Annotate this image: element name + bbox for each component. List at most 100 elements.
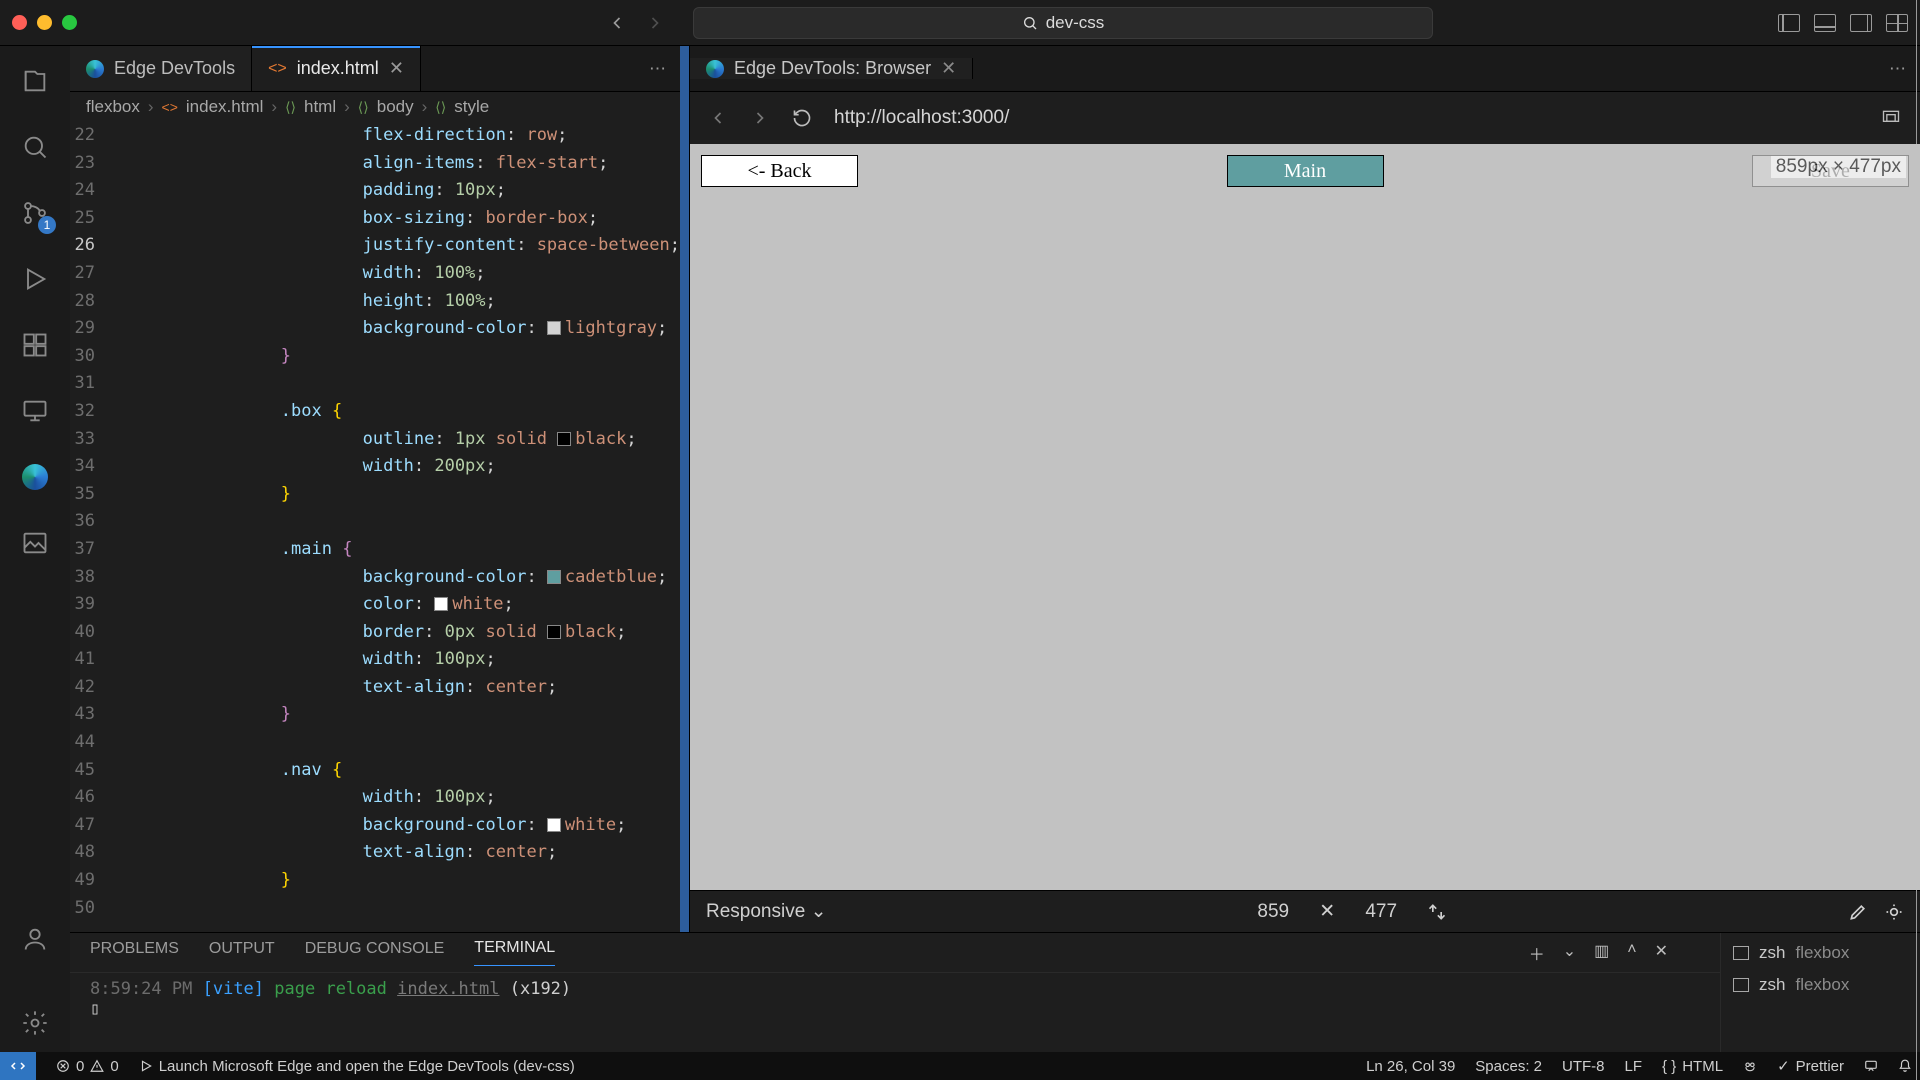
nav-forward-icon[interactable] xyxy=(645,13,665,33)
split-editor-icon[interactable] xyxy=(613,61,633,77)
toggle-panel-icon[interactable] xyxy=(1814,14,1836,32)
element-icon: ⟨⟩ xyxy=(435,99,446,116)
remote-explorer-icon[interactable] xyxy=(20,396,50,426)
viewport-width-input[interactable] xyxy=(1243,900,1303,924)
toggle-primary-sidebar-icon[interactable] xyxy=(1778,14,1800,32)
browser-toolbar: http://localhost:3000/ xyxy=(690,92,1920,144)
browser-preview[interactable]: 859px × 477px <- Back Main Save xyxy=(690,144,1920,890)
command-center[interactable]: dev-css xyxy=(693,7,1433,39)
terminal-tag: [vite] xyxy=(203,979,264,999)
breadcrumb-separator: › xyxy=(422,97,428,117)
breadcrumb[interactable]: flexbox›<>index.html›⟨⟩html›⟨⟩body›⟨⟩sty… xyxy=(70,92,680,122)
breadcrumb-item[interactable]: body xyxy=(377,97,414,117)
minimize-window-button[interactable] xyxy=(37,15,52,30)
run-debug-icon[interactable] xyxy=(20,264,50,294)
preview-box-back[interactable]: <- Back xyxy=(702,156,857,186)
tab-label: Edge DevTools: Browser xyxy=(734,58,931,79)
rotate-icon[interactable] xyxy=(1427,902,1447,922)
launch-task-status[interactable]: Launch Microsoft Edge and open the Edge … xyxy=(139,1058,575,1075)
edge-devtools-icon[interactable] xyxy=(20,462,50,492)
image-icon[interactable] xyxy=(20,528,50,558)
copilot-status[interactable] xyxy=(1743,1059,1757,1073)
preview-box-save[interactable]: Save xyxy=(1753,156,1908,186)
edge-icon xyxy=(86,60,104,78)
workspace-name: dev-css xyxy=(1046,13,1105,33)
screencast-icon[interactable] xyxy=(1880,108,1902,128)
chevron-down-icon: ⌄ xyxy=(811,901,827,922)
tab-index-html[interactable]: <>index.html✕ xyxy=(252,46,421,91)
preview-box-main[interactable]: Main xyxy=(1228,156,1383,186)
element-icon: ⟨⟩ xyxy=(285,99,296,116)
viewport-height-input[interactable] xyxy=(1351,900,1411,924)
layout-controls xyxy=(1778,14,1908,32)
remote-indicator[interactable] xyxy=(0,1052,36,1080)
editor-group-right: Edge DevTools: Browser ✕ ⋯ xyxy=(689,46,1920,932)
problems-status[interactable]: 0 0 xyxy=(56,1058,119,1075)
breadcrumb-item[interactable]: index.html xyxy=(186,97,263,117)
prettier-status[interactable]: ✓Prettier xyxy=(1777,1057,1844,1075)
customize-layout-icon[interactable] xyxy=(1886,14,1908,32)
close-window-button[interactable] xyxy=(12,15,27,30)
breadcrumb-item[interactable]: html xyxy=(304,97,336,117)
browser-back-icon[interactable] xyxy=(708,108,728,128)
notifications-icon[interactable] xyxy=(1898,1059,1912,1073)
terminal-dropdown-icon[interactable]: ⌄ xyxy=(1563,941,1576,965)
maximize-window-button[interactable] xyxy=(62,15,77,30)
accounts-icon[interactable] xyxy=(20,924,50,954)
terminal-msg: page reload xyxy=(274,979,387,999)
encoding-status[interactable]: UTF-8 xyxy=(1562,1058,1605,1075)
more-actions-icon[interactable]: ⋯ xyxy=(649,59,666,79)
more-actions-icon[interactable]: ⋯ xyxy=(1889,59,1906,79)
terminal-instance[interactable]: zsh flexbox xyxy=(1721,973,1920,997)
code-area[interactable]: flex-direction: row; align-items: flex-s… xyxy=(117,122,680,932)
terminal-instance[interactable]: zsh flexbox xyxy=(1721,941,1920,965)
editor-group-splitter[interactable]: ⇔ xyxy=(680,46,689,932)
panel-tab-debug-console[interactable]: DEBUG CONSOLE xyxy=(305,940,445,966)
preview-flex-container: <- Back Main Save xyxy=(702,156,1908,186)
browser-url[interactable]: http://localhost:3000/ xyxy=(834,107,1009,129)
feedback-icon[interactable] xyxy=(1864,1059,1878,1073)
browser-forward-icon[interactable] xyxy=(750,108,770,128)
tab-edge-browser[interactable]: Edge DevTools: Browser ✕ xyxy=(690,58,973,79)
emulate-css-icon[interactable] xyxy=(1884,902,1904,922)
tab-edge-devtools[interactable]: Edge DevTools xyxy=(70,46,252,91)
scm-badge: 1 xyxy=(38,216,56,234)
terminal-icon xyxy=(1733,946,1749,960)
html-file-icon: <> xyxy=(268,60,287,78)
panel-tab-problems[interactable]: PROBLEMS xyxy=(90,940,179,966)
breadcrumb-item[interactable]: style xyxy=(454,97,489,117)
source-control-icon[interactable]: 1 xyxy=(20,198,50,228)
close-tab-icon[interactable]: ✕ xyxy=(941,58,956,79)
maximize-panel-icon[interactable]: ˄ xyxy=(1627,941,1636,965)
indentation-status[interactable]: Spaces: 2 xyxy=(1475,1058,1542,1075)
terminal-output[interactable]: 8:59:24 PM [vite] page reload index.html… xyxy=(70,973,1720,1052)
split-terminal-icon[interactable]: ▥ xyxy=(1594,941,1609,965)
terminal-count: (x192) xyxy=(510,979,571,999)
breadcrumb-item[interactable]: flexbox xyxy=(86,97,140,117)
language-mode[interactable]: { }HTML xyxy=(1662,1058,1723,1075)
history-nav xyxy=(607,13,665,33)
eol-status[interactable]: LF xyxy=(1625,1058,1643,1075)
close-tab-icon[interactable]: ✕ xyxy=(389,58,404,79)
terminal-list: zsh flexbox zsh flexbox xyxy=(1720,933,1920,1052)
device-mode-dropdown[interactable]: Responsive ⌄ xyxy=(706,900,826,923)
search-icon xyxy=(1022,15,1038,31)
html-file-icon: <> xyxy=(162,99,178,115)
new-terminal-icon[interactable]: ＋ xyxy=(1529,941,1545,965)
window-controls xyxy=(12,15,77,30)
nav-back-icon[interactable] xyxy=(607,13,627,33)
editor-tabs-left: Edge DevTools<>index.html✕ ⋯ xyxy=(70,46,680,92)
element-icon: ⟨⟩ xyxy=(358,99,369,116)
browser-reload-icon[interactable] xyxy=(792,108,812,128)
cursor-position[interactable]: Ln 26, Col 39 xyxy=(1366,1058,1455,1075)
toggle-secondary-sidebar-icon[interactable] xyxy=(1850,14,1872,32)
edit-media-icon[interactable] xyxy=(1848,902,1868,922)
extensions-icon[interactable] xyxy=(20,330,50,360)
code-editor[interactable]: 2223242526272829303132333435363738394041… xyxy=(70,122,680,932)
settings-gear-icon[interactable] xyxy=(20,1008,50,1038)
explorer-icon[interactable] xyxy=(20,66,50,96)
panel-tab-terminal[interactable]: TERMINAL xyxy=(474,939,555,966)
search-icon[interactable] xyxy=(20,132,50,162)
close-panel-icon[interactable]: ✕ xyxy=(1655,941,1668,965)
panel-tab-output[interactable]: OUTPUT xyxy=(209,940,275,966)
